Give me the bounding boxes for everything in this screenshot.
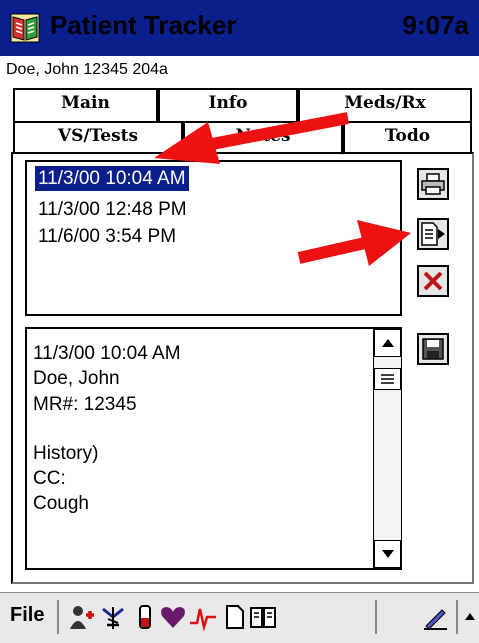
scroll-up-button[interactable]: [374, 329, 401, 357]
list-item[interactable]: 11/3/00 10:04 AM: [34, 165, 190, 192]
export-note-button[interactable]: [417, 218, 449, 250]
annotation-arrow-icon: [154, 112, 350, 164]
note-line: 11/3/00 10:04 AM: [33, 343, 181, 364]
tab-main[interactable]: Main: [13, 88, 158, 121]
printer-icon: [421, 173, 445, 195]
scroll-down-button[interactable]: [374, 540, 401, 568]
blank-page-icon[interactable]: [220, 602, 250, 632]
book-icon[interactable]: [248, 602, 278, 632]
app-logo-icon: [10, 13, 40, 43]
note-line: History): [33, 443, 99, 464]
note-line: Doe, John: [33, 368, 120, 389]
list-item[interactable]: 11/6/00 3:54 PM: [35, 224, 179, 249]
save-button[interactable]: [417, 333, 449, 365]
export-note-icon: [421, 222, 445, 246]
note-detail-view[interactable]: 11/3/00 10:04 AM Doe, John MR#: 12345 Hi…: [25, 327, 402, 570]
input-selector-icon[interactable]: [462, 602, 478, 632]
scroll-down-icon: [381, 550, 394, 558]
clock[interactable]: 9:07a: [403, 10, 470, 41]
add-patient-icon[interactable]: [66, 602, 96, 632]
note-line: Cough: [33, 493, 89, 514]
scroll-thumb[interactable]: [374, 368, 401, 390]
note-line: CC:: [33, 468, 66, 489]
menu-separator: [375, 600, 377, 634]
note-scrollbar[interactable]: [373, 329, 401, 568]
menu-separator: [456, 600, 458, 634]
save-disk-icon: [422, 338, 444, 360]
print-button[interactable]: [417, 168, 449, 200]
ecg-icon[interactable]: [188, 602, 218, 632]
test-tube-icon[interactable]: [130, 602, 160, 632]
list-item[interactable]: 11/3/00 12:48 PM: [35, 197, 190, 222]
pen-input-icon[interactable]: [420, 602, 450, 632]
note-line: MR#: 12345: [33, 394, 137, 415]
heart-icon[interactable]: [158, 602, 188, 632]
delete-x-icon: [423, 271, 443, 291]
scroll-up-icon: [381, 339, 394, 347]
tab-todo[interactable]: Todo: [343, 121, 472, 153]
caduceus-icon[interactable]: [98, 602, 128, 632]
app-title: Patient Tracker: [50, 10, 237, 40]
file-menu[interactable]: File: [10, 604, 44, 627]
patient-header: Doe, John 12345 204a: [6, 61, 168, 78]
annotation-arrow-icon: [297, 220, 411, 266]
menu-separator: [57, 600, 59, 634]
delete-note-button[interactable]: [417, 265, 449, 297]
